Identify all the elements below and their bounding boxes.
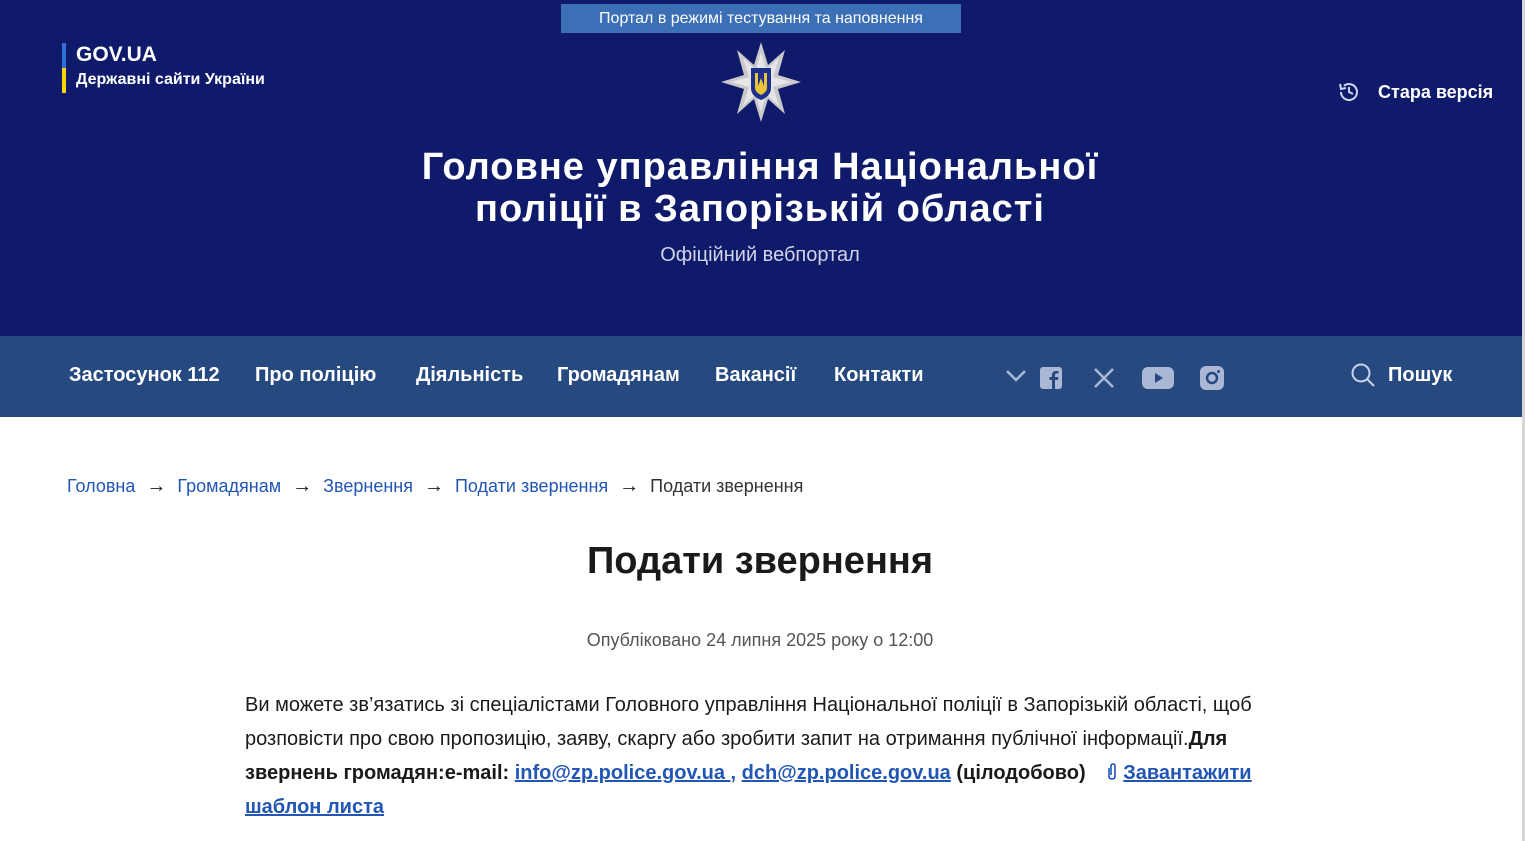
breadcrumb-citizens[interactable]: Громадянам [177, 476, 281, 497]
test-mode-banner: Портал в режимі тестування та наповнення [561, 4, 961, 33]
breadcrumb-home[interactable]: Головна [67, 476, 135, 497]
facebook-icon[interactable] [1040, 367, 1062, 389]
x-icon[interactable] [1093, 367, 1115, 389]
govua-title: GOV.UA [76, 43, 157, 66]
main-nav: Застосунок 112 Про поліцію Діяльність Гр… [0, 336, 1522, 417]
breadcrumb-current: Подати звернення [650, 476, 804, 496]
govua-subtitle: Державні сайти України [76, 71, 265, 88]
breadcrumb-arrow-icon: → [619, 475, 640, 497]
flag-bar [62, 43, 66, 93]
published-date: Опубліковано 24 липня 2025 року о 12:00 [586, 630, 934, 650]
search-label: Пошук [1388, 363, 1453, 386]
search-icon [1351, 363, 1375, 387]
breadcrumb-arrow-icon: → [146, 475, 167, 497]
police-emblem-icon[interactable] [720, 41, 802, 123]
email-dch-link[interactable]: dch@zp.police.gov.ua [742, 762, 951, 784]
page-title: Подати звернення [586, 540, 934, 582]
site-title: Головне управління Національної поліції … [421, 146, 1099, 230]
nav-item-citizens[interactable]: Громадянам [557, 364, 680, 387]
history-icon [1339, 83, 1358, 101]
paperclip-icon [1108, 763, 1117, 780]
instagram-icon[interactable] [1200, 366, 1224, 390]
old-version-label: Стара версія [1378, 81, 1494, 102]
breadcrumb-arrow-icon: → [292, 475, 313, 497]
hours-label: (цілодобово) [956, 762, 1086, 784]
search-button[interactable]: Пошук [1350, 362, 1452, 388]
site-subtitle: Офіційний вебпортал [660, 244, 860, 266]
govua-logo-link[interactable]: GOV.UA Державні сайти України [62, 42, 265, 94]
breadcrumb-appeals[interactable]: Звернення [323, 476, 413, 497]
article-body: Ви можете зв’язатись зі спеціалістами Го… [245, 688, 1285, 824]
nav-item-app-112[interactable]: Застосунок 112 [69, 364, 220, 387]
intro-text: Ви можете зв’язатись зі спеціалістами Го… [245, 694, 1252, 750]
old-version-link[interactable]: Стара версія [1336, 78, 1493, 106]
breadcrumb: Головна → Громадянам → Звернення → Подат… [67, 475, 803, 498]
nav-item-contacts[interactable]: Контакти [834, 364, 924, 387]
nav-item-about-police[interactable]: Про поліцію [255, 364, 376, 387]
breadcrumb-arrow-icon: → [423, 475, 444, 497]
chevron-down-icon[interactable] [1005, 369, 1027, 383]
youtube-icon[interactable] [1142, 367, 1174, 389]
breadcrumb-submit-appeal[interactable]: Подати звернення [455, 476, 608, 497]
nav-item-vacancies[interactable]: Вакансії [715, 364, 796, 387]
nav-item-activity[interactable]: Діяльність [416, 364, 523, 387]
site-header: Портал в режимі тестування та наповнення… [0, 0, 1522, 336]
email-info-link[interactable]: info@zp.police.gov.ua , [515, 762, 736, 784]
